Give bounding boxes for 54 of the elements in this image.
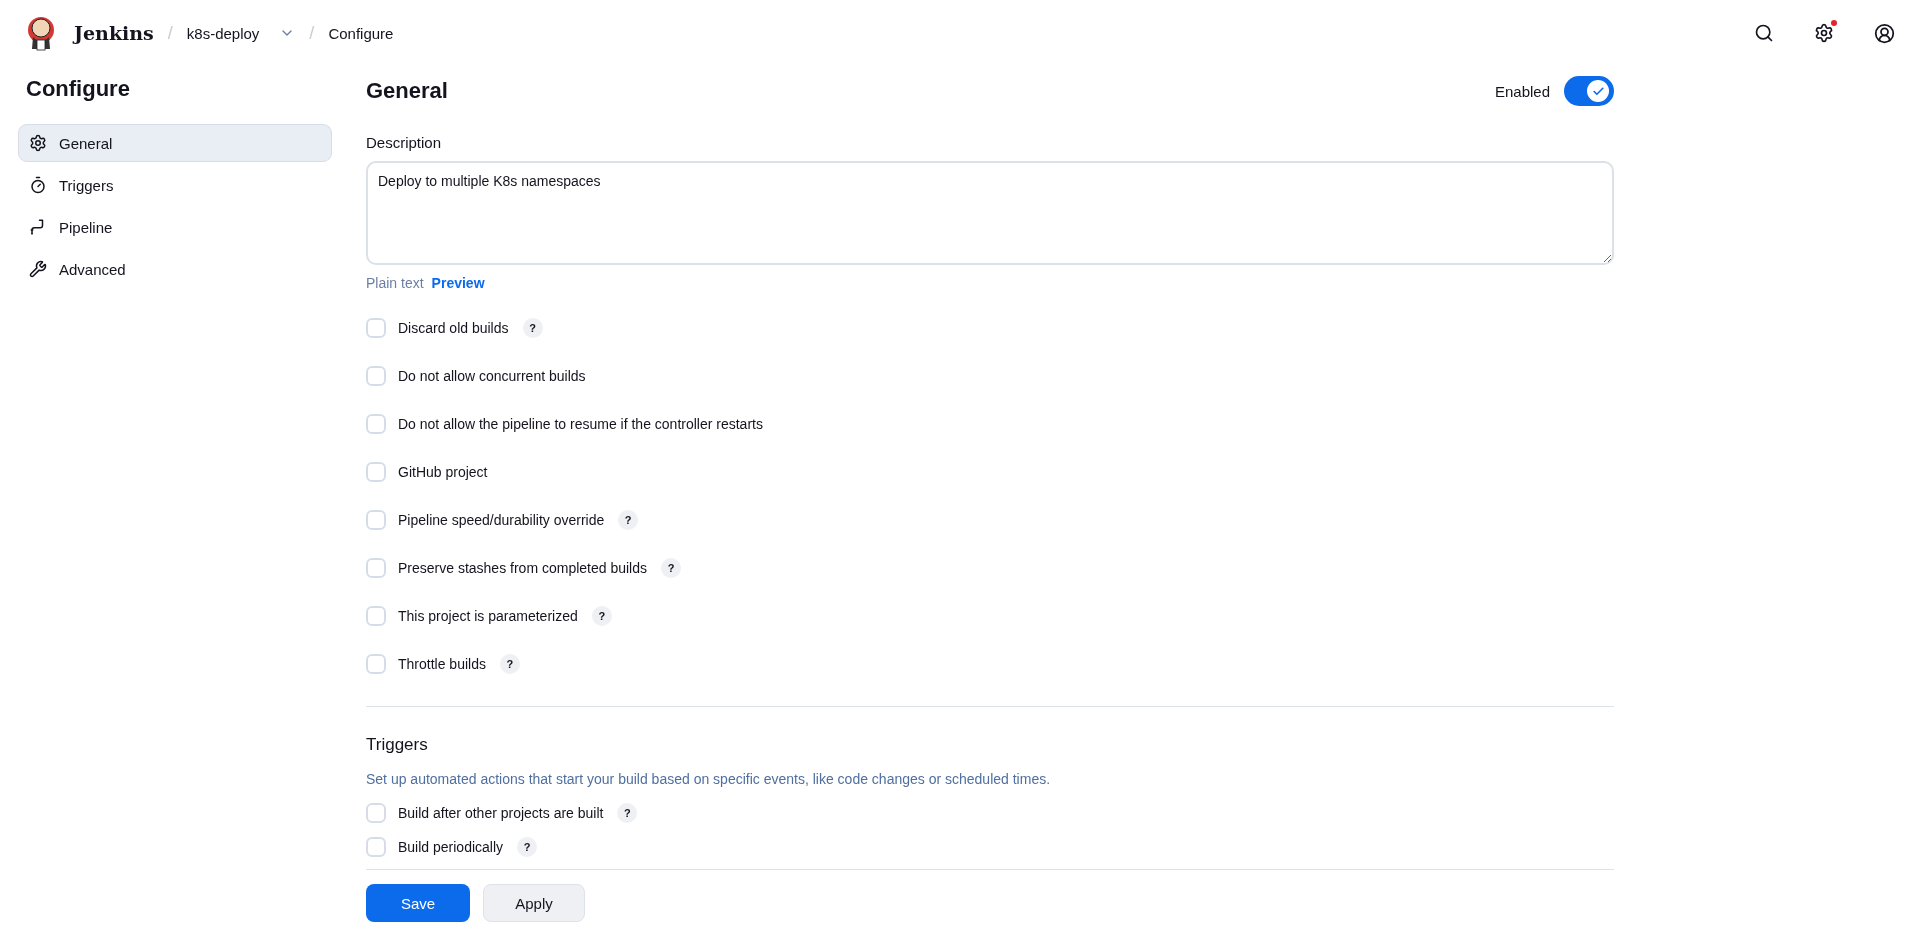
wrench-icon <box>29 260 47 278</box>
user-icon[interactable] <box>1872 21 1896 45</box>
format-link[interactable]: Plain text <box>366 275 424 291</box>
option-label: Do not allow concurrent builds <box>398 368 586 384</box>
section-title: Triggers <box>366 735 429 755</box>
sidebar-title: Configure <box>26 76 131 102</box>
toggle-label: Enabled <box>1494 82 1550 100</box>
breadcrumb-separator: / <box>167 22 173 44</box>
butler-logo-icon <box>26 15 56 51</box>
checkbox[interactable] <box>366 803 386 823</box>
gear-icon <box>29 134 47 152</box>
help-button[interactable]: ? <box>522 318 543 338</box>
help-button[interactable]: ? <box>661 558 681 578</box>
option-label: Build after other projects are built <box>398 805 604 821</box>
sidebar-item[interactable]: Pipeline <box>18 208 332 246</box>
breadcrumb-link[interactable]: k8s-deploy <box>186 24 260 42</box>
checkbox[interactable] <box>366 510 386 530</box>
option-label: Discard old builds <box>398 320 509 336</box>
option-label: Build periodically <box>398 839 504 855</box>
sidebar-item[interactable]: Triggers <box>18 166 332 204</box>
option-label: Do not allow the pipeline to resume if the controller restarts <box>398 416 763 432</box>
save-button[interactable]: Save <box>366 884 470 922</box>
apply-button[interactable]: Apply <box>483 884 585 922</box>
checkbox[interactable] <box>366 837 386 857</box>
field-label: Description <box>366 134 443 151</box>
breadcrumb-separator: / <box>309 22 315 44</box>
option-label: Throttle builds <box>398 656 486 672</box>
checkbox[interactable] <box>366 558 386 578</box>
checkbox[interactable] <box>366 414 386 434</box>
format-link[interactable]: Preview <box>431 275 485 291</box>
checkbox[interactable] <box>366 318 386 338</box>
sidebar-item[interactable]: Advanced <box>18 250 332 288</box>
option-label: Preserve stashes from completed builds <box>398 560 647 576</box>
checkbox[interactable] <box>366 366 386 386</box>
brand-name: Jenkins <box>74 22 154 44</box>
breadcrumb-link[interactable]: Configure <box>328 24 394 42</box>
checkbox[interactable] <box>366 462 386 482</box>
section-description: Set up automated actions that start your build based on specific events, like code changes or scheduled times. <box>366 771 1052 787</box>
help-button[interactable]: ? <box>499 654 520 674</box>
help-button[interactable]: ? <box>617 803 638 823</box>
help-button[interactable]: ? <box>618 510 639 530</box>
enabled-toggle[interactable] <box>1564 76 1614 106</box>
checkbox[interactable] <box>366 606 386 626</box>
option-label: Pipeline speed/durability override <box>398 512 605 528</box>
section-title: General <box>366 78 448 104</box>
option-label: This project is parameterized <box>398 608 578 624</box>
help-button[interactable]: ? <box>517 837 538 857</box>
help-button[interactable]: ? <box>591 606 612 626</box>
check-icon <box>1591 84 1605 98</box>
option-label: GitHub project <box>398 464 488 480</box>
timer-icon <box>29 176 47 194</box>
sidebar-item[interactable]: General <box>18 124 332 162</box>
description-field[interactable]: Deploy to multiple K8s namespaces <box>366 161 1614 265</box>
checkbox[interactable] <box>366 654 386 674</box>
